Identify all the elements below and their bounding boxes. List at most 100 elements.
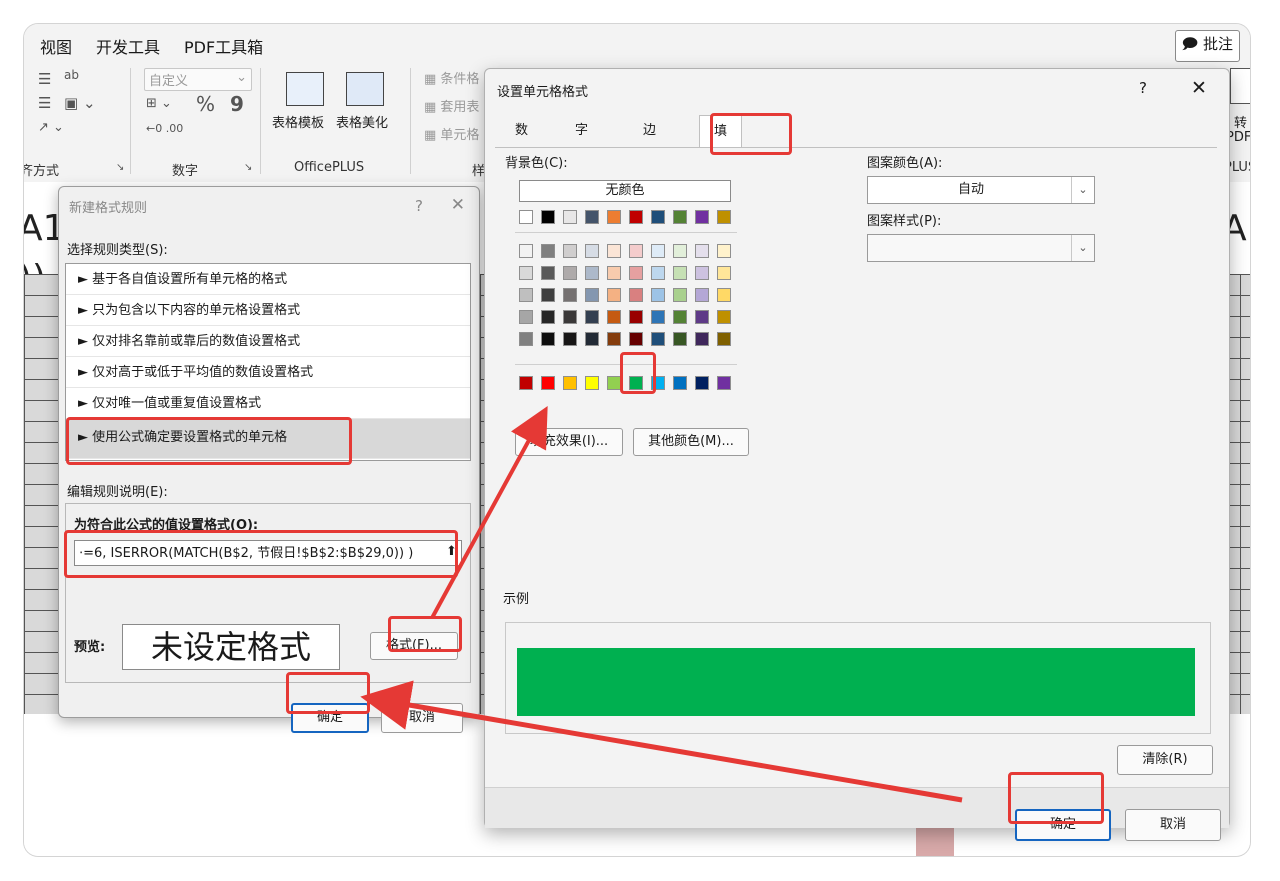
color-swatch[interactable] xyxy=(563,310,577,324)
color-swatch[interactable] xyxy=(695,376,709,390)
orientation-icon[interactable]: ↗ ⌄ xyxy=(38,120,64,135)
format-button[interactable]: 格式(F)... xyxy=(370,632,458,660)
color-swatch[interactable] xyxy=(563,266,577,280)
rule-type-item[interactable]: ► 仅对排名靠前或靠后的数值设置格式 xyxy=(66,326,470,357)
color-swatch[interactable] xyxy=(585,244,599,258)
tab-fill[interactable]: 填充 xyxy=(699,115,743,171)
color-swatch[interactable] xyxy=(585,376,599,390)
table-beautify-icon[interactable] xyxy=(346,72,384,106)
cancel-button[interactable]: 取消 xyxy=(381,703,463,733)
color-swatch[interactable] xyxy=(717,210,731,224)
rule-type-item[interactable]: ► 基于各自值设置所有单元格的格式 xyxy=(66,264,470,295)
color-swatch[interactable] xyxy=(695,310,709,324)
color-swatch[interactable] xyxy=(717,266,731,280)
align-middle-icon[interactable]: ☰ xyxy=(38,94,51,112)
color-swatch[interactable] xyxy=(541,210,555,224)
color-swatch[interactable] xyxy=(541,288,555,302)
color-swatch[interactable] xyxy=(563,288,577,302)
color-swatch[interactable] xyxy=(519,376,533,390)
color-swatch[interactable] xyxy=(519,266,533,280)
color-swatch[interactable] xyxy=(651,310,665,324)
table-template-button[interactable]: 表格模板 xyxy=(272,112,324,131)
ok-button[interactable]: 确定 xyxy=(291,703,369,733)
tab-number[interactable]: 数字 xyxy=(501,115,542,170)
color-swatch[interactable] xyxy=(695,266,709,280)
color-swatch[interactable] xyxy=(651,376,665,390)
color-swatch[interactable] xyxy=(541,244,555,258)
color-swatch[interactable] xyxy=(673,376,687,390)
color-swatch[interactable] xyxy=(651,244,665,258)
table-beautify-button[interactable]: 表格美化 xyxy=(336,112,388,131)
clear-button[interactable]: 清除(R) xyxy=(1117,745,1213,775)
color-swatch[interactable] xyxy=(629,332,643,346)
percent-button[interactable]: % xyxy=(196,92,215,116)
color-swatch[interactable] xyxy=(519,288,533,302)
menu-pdf-toolbox[interactable]: PDF工具箱 xyxy=(184,34,263,58)
rule-type-item[interactable]: ► 仅对高于或低于平均值的数值设置格式 xyxy=(66,357,470,388)
color-swatch[interactable] xyxy=(629,244,643,258)
ok-button[interactable]: 确定 xyxy=(1015,809,1111,841)
color-swatch[interactable] xyxy=(717,310,731,324)
color-swatch[interactable] xyxy=(607,332,621,346)
color-swatch[interactable] xyxy=(607,266,621,280)
table-template-icon[interactable] xyxy=(286,72,324,106)
cancel-button[interactable]: 取消 xyxy=(1125,809,1221,841)
color-swatch[interactable] xyxy=(629,376,643,390)
no-color-button[interactable]: 无颜色 xyxy=(519,180,731,202)
currency-icon[interactable]: ⊞ ⌄ xyxy=(146,96,172,111)
color-swatch[interactable] xyxy=(695,288,709,302)
fill-effects-button[interactable]: 填充效果(I)... xyxy=(515,428,623,456)
color-swatch[interactable] xyxy=(519,244,533,258)
close-icon[interactable]: ✕ xyxy=(1191,77,1207,99)
rule-type-item[interactable]: ► 只为包含以下内容的单元格设置格式 xyxy=(66,295,470,326)
comment-button[interactable]: 🗩 批注 xyxy=(1174,30,1240,62)
color-swatch[interactable] xyxy=(673,266,687,280)
color-swatch[interactable] xyxy=(717,288,731,302)
wrap-text-icon[interactable]: ab xyxy=(64,68,79,82)
color-swatch[interactable] xyxy=(673,310,687,324)
color-swatch[interactable] xyxy=(607,288,621,302)
tab-font[interactable]: 字体 xyxy=(561,115,602,170)
color-swatch[interactable] xyxy=(651,266,665,280)
color-swatch[interactable] xyxy=(651,210,665,224)
color-swatch[interactable] xyxy=(629,288,643,302)
color-swatch[interactable] xyxy=(717,376,731,390)
rule-type-item-selected[interactable]: ► 使用公式确定要设置格式的单元格 xyxy=(66,419,470,459)
color-swatch[interactable] xyxy=(673,332,687,346)
pattern-color-select[interactable]: 自动 ⌄ xyxy=(867,176,1095,204)
tab-border[interactable]: 边框 xyxy=(629,115,670,170)
color-swatch[interactable] xyxy=(541,332,555,346)
alignment-launcher-icon[interactable]: ↘ xyxy=(116,162,124,173)
conditional-format-button[interactable]: ▦ 条件格 xyxy=(424,68,479,87)
color-swatch[interactable] xyxy=(607,376,621,390)
apply-table-style-button[interactable]: ▦ 套用表 xyxy=(424,96,479,115)
menu-developer[interactable]: 开发工具 xyxy=(96,34,160,58)
color-swatch[interactable] xyxy=(717,332,731,346)
more-colors-button[interactable]: 其他颜色(M)... xyxy=(633,428,749,456)
color-swatch[interactable] xyxy=(629,310,643,324)
color-swatch[interactable] xyxy=(585,266,599,280)
color-swatch[interactable] xyxy=(651,332,665,346)
color-swatch[interactable] xyxy=(585,288,599,302)
color-swatch[interactable] xyxy=(585,310,599,324)
color-swatch[interactable] xyxy=(695,332,709,346)
color-swatch[interactable] xyxy=(607,210,621,224)
pattern-style-select[interactable]: ⌄ xyxy=(867,234,1095,262)
color-swatch[interactable] xyxy=(607,310,621,324)
color-swatch[interactable] xyxy=(673,244,687,258)
number-format-combo[interactable]: 自定义 ⌄ xyxy=(144,68,252,91)
help-button[interactable]: ? xyxy=(415,197,423,215)
color-swatch[interactable] xyxy=(541,376,555,390)
color-swatch[interactable] xyxy=(519,210,533,224)
color-swatch[interactable] xyxy=(563,376,577,390)
formula-input[interactable]: ⋅=6, ISERROR(MATCH(B$2, 节假日!$B$2:$B$29,0… xyxy=(74,540,462,566)
collapse-dialog-icon[interactable]: ⬆ xyxy=(446,544,457,559)
color-swatch[interactable] xyxy=(541,266,555,280)
color-swatch[interactable] xyxy=(717,244,731,258)
color-swatch[interactable] xyxy=(695,210,709,224)
color-swatch[interactable] xyxy=(695,244,709,258)
color-swatch[interactable] xyxy=(673,288,687,302)
help-button[interactable]: ? xyxy=(1139,79,1147,97)
comma-style-button[interactable]: 9 xyxy=(230,92,244,116)
color-swatch[interactable] xyxy=(629,266,643,280)
